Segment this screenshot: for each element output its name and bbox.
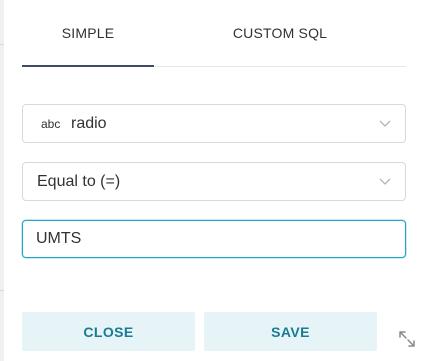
chevron-down-icon	[379, 178, 391, 185]
background-panel-edge	[0, 0, 4, 361]
comparator-input[interactable]	[36, 230, 376, 248]
tab-custom-sql[interactable]: CUSTOM SQL	[182, 0, 378, 66]
close-button[interactable]: CLOSE	[22, 312, 195, 351]
save-button[interactable]: SAVE	[204, 312, 377, 351]
operator-select-value: Equal to (=)	[37, 172, 121, 190]
column-select[interactable]: abc radio	[22, 104, 406, 143]
filter-tabs: SIMPLE CUSTOM SQL	[22, 0, 406, 67]
panel-divider	[0, 290, 4, 291]
column-type-tag: abc	[41, 116, 61, 131]
operator-select[interactable]: Equal to (=)	[22, 162, 406, 201]
resize-icon[interactable]	[398, 330, 416, 348]
column-select-value: radio	[71, 114, 107, 132]
comparator-field[interactable]	[22, 220, 406, 258]
chevron-down-icon	[379, 120, 391, 127]
panel-divider	[0, 44, 4, 45]
tab-simple[interactable]: SIMPLE	[22, 0, 154, 67]
